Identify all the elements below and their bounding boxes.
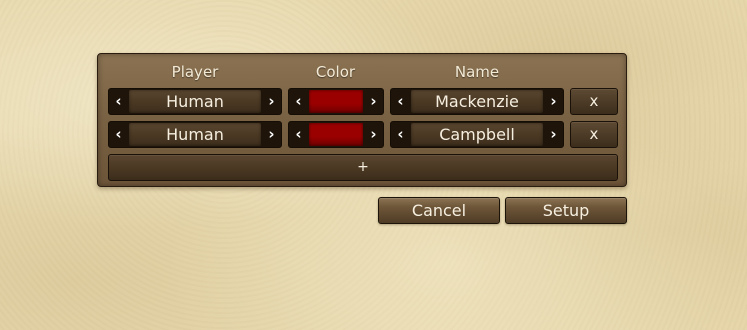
chevron-right-icon[interactable]: ›	[262, 122, 281, 147]
chevron-right-icon[interactable]: ›	[544, 89, 563, 114]
player-row: ‹ Human › ‹ › ‹ Campbell › x	[108, 121, 618, 149]
chevron-left-icon[interactable]: ‹	[289, 122, 308, 147]
chevron-left-icon[interactable]: ‹	[109, 122, 128, 147]
chevron-left-icon[interactable]: ‹	[289, 89, 308, 114]
player-row: ‹ Human › ‹ › ‹ Mackenzie › x	[108, 88, 618, 116]
name-column-header: Name	[454, 63, 500, 81]
player-name-selector: ‹ Mackenzie ›	[390, 88, 564, 115]
chevron-right-icon[interactable]: ›	[544, 122, 563, 147]
color-swatch	[309, 90, 363, 113]
remove-player-button[interactable]: x	[570, 121, 618, 148]
color-swatch	[309, 123, 363, 146]
player-name-selector: ‹ Campbell ›	[390, 121, 564, 148]
chevron-right-icon[interactable]: ›	[364, 89, 383, 114]
player-color-selector: ‹ ›	[288, 88, 384, 115]
player-name-value: Campbell	[411, 123, 543, 146]
color-column-header: Color	[315, 63, 356, 81]
player-type-value: Human	[129, 123, 261, 146]
chevron-left-icon[interactable]: ‹	[391, 89, 410, 114]
chevron-left-icon[interactable]: ‹	[109, 89, 128, 114]
setup-button[interactable]: Setup	[505, 197, 627, 224]
add-player-button[interactable]: +	[108, 154, 618, 181]
player-column-header: Player	[171, 63, 219, 81]
chevron-right-icon[interactable]: ›	[364, 122, 383, 147]
player-type-value: Human	[129, 90, 261, 113]
player-setup-panel: Player Color Name ‹ Human › ‹ › ‹ Macken…	[97, 53, 627, 187]
player-name-value: Mackenzie	[411, 90, 543, 113]
player-type-selector: ‹ Human ›	[108, 88, 282, 115]
player-color-selector: ‹ ›	[288, 121, 384, 148]
cancel-button[interactable]: Cancel	[378, 197, 500, 224]
chevron-left-icon[interactable]: ‹	[391, 122, 410, 147]
player-type-selector: ‹ Human ›	[108, 121, 282, 148]
chevron-right-icon[interactable]: ›	[262, 89, 281, 114]
remove-player-button[interactable]: x	[570, 88, 618, 115]
